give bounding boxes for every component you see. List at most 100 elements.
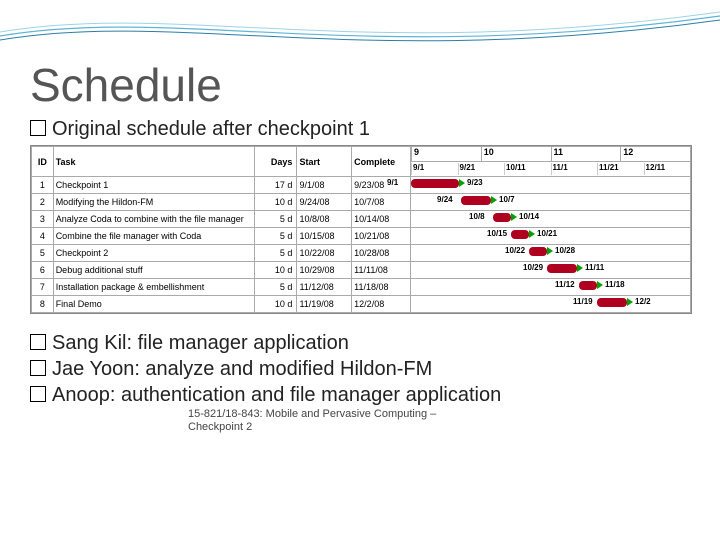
bullet-item: Anoop: authentication and file manager a…	[30, 384, 690, 407]
cell-days: 5 d	[255, 228, 297, 245]
cell-task: Combine the file manager with Coda	[53, 228, 254, 245]
cell-id: 3	[32, 211, 54, 228]
cell-task: Debug additional stuff	[53, 262, 254, 279]
cell-start: 10/15/08	[297, 228, 352, 245]
bar-end-label: 10/14	[519, 212, 539, 221]
table-row: 5Checkpoint 25 d10/22/0810/28/0810/2210/…	[32, 245, 691, 262]
bar-end-label: 12/2	[635, 297, 651, 306]
cell-complete: 10/7/08	[352, 194, 411, 211]
bar-start-label: 11/12	[555, 280, 575, 289]
footer: 15-821/18-843: Mobile and Pervasive Comp…	[188, 408, 690, 434]
cell-bar: 9/19/23	[411, 177, 691, 194]
bullet-text: Sang Kil: file manager application	[52, 332, 349, 354]
cell-start: 10/8/08	[297, 211, 352, 228]
cell-complete: 10/14/08	[352, 211, 411, 228]
cell-start: 9/24/08	[297, 194, 352, 211]
bullet-list: Sang Kil: file manager application Jae Y…	[30, 332, 690, 407]
month-label: 9	[411, 147, 481, 161]
cell-task: Modifying the Hildon-FM	[53, 194, 254, 211]
gantt-bar	[597, 298, 627, 307]
slide: Schedule Original schedule after checkpo…	[0, 0, 720, 540]
col-id: ID	[32, 147, 54, 177]
cell-id: 6	[32, 262, 54, 279]
cell-days: 5 d	[255, 211, 297, 228]
table-row: 6Debug additional stuff10 d10/29/0811/11…	[32, 262, 691, 279]
cell-complete: 11/18/08	[352, 279, 411, 296]
bar-end-label: 10/7	[499, 195, 515, 204]
bullet-item: Sang Kil: file manager application	[30, 332, 690, 355]
gantt-bar	[411, 179, 459, 188]
gantt-header-row: ID Task Days Start Complete 9 10 11 12	[32, 147, 691, 162]
gantt-bar	[493, 213, 511, 222]
bar-start-label: 9/1	[387, 178, 398, 187]
subtitle: Original schedule after checkpoint 1	[30, 118, 690, 141]
tick-label: 10/11	[504, 163, 551, 175]
gantt-bar	[529, 247, 547, 256]
bullet-marker	[30, 120, 46, 136]
table-row: 4Combine the file manager with Coda5 d10…	[32, 228, 691, 245]
cell-complete: 10/28/08	[352, 245, 411, 262]
bar-end-label: 10/28	[555, 246, 575, 255]
month-label: 10	[481, 147, 551, 161]
col-complete: Complete	[352, 147, 411, 177]
cell-start: 10/22/08	[297, 245, 352, 262]
bullet-item: Jae Yoon: analyze and modified Hildon-FM	[30, 358, 690, 381]
month-label: 12	[620, 147, 690, 161]
cell-id: 8	[32, 296, 54, 313]
cell-complete: 11/11/08	[352, 262, 411, 279]
cell-task: Analyze Coda to combine with the file ma…	[53, 211, 254, 228]
cell-id: 4	[32, 228, 54, 245]
bar-start-label: 11/19	[573, 297, 593, 306]
bar-end-label: 11/11	[585, 263, 604, 272]
bullet-text: Anoop: authentication and file manager a…	[52, 384, 501, 406]
tick-label: 11/21	[597, 163, 644, 175]
bar-end-label: 11/18	[605, 280, 625, 289]
col-start: Start	[297, 147, 352, 177]
cell-start: 10/29/08	[297, 262, 352, 279]
gantt-table: ID Task Days Start Complete 9 10 11 12	[30, 145, 692, 314]
bullet-marker	[30, 360, 46, 376]
cell-task: Installation package & embellishment	[53, 279, 254, 296]
table-row: 7Installation package & embellishment5 d…	[32, 279, 691, 296]
cell-complete: 9/23/08	[352, 177, 411, 194]
cell-id: 1	[32, 177, 54, 194]
cell-bar: 10/2911/11	[411, 262, 691, 279]
tick-label: 12/11	[644, 163, 691, 175]
cell-bar: 11/19 12/2	[411, 296, 691, 313]
footer-course: 15-821/18-843: Mobile and Pervasive Comp…	[188, 408, 436, 420]
tick-label: 11/1	[551, 163, 598, 175]
cell-complete: 12/2/08	[352, 296, 411, 313]
cell-days: 5 d	[255, 245, 297, 262]
cell-task: Final Demo	[53, 296, 254, 313]
cell-start: 11/19/08	[297, 296, 352, 313]
bullet-marker	[30, 334, 46, 350]
tick-label: 9/1	[411, 163, 458, 175]
gantt-bar	[511, 230, 529, 239]
table-row: 8Final Demo10 d11/19/0812/2/08 11/19 12/2	[32, 296, 691, 313]
cell-bar: 10/15 10/21	[411, 228, 691, 245]
cell-days: 5 d	[255, 279, 297, 296]
col-days: Days	[255, 147, 297, 177]
cell-bar: 10/8 10/14	[411, 211, 691, 228]
bullet-marker	[30, 386, 46, 402]
cell-id: 7	[32, 279, 54, 296]
cell-bar: 10/22 10/28	[411, 245, 691, 262]
cell-start: 11/12/08	[297, 279, 352, 296]
month-label: 11	[551, 147, 621, 161]
table-row: 2Modifying the Hildon-FM10 d9/24/0810/7/…	[32, 194, 691, 211]
cell-days: 10 d	[255, 194, 297, 211]
cell-complete: 10/21/08	[352, 228, 411, 245]
bar-start-label: 9/24	[437, 195, 453, 204]
cell-days: 10 d	[255, 262, 297, 279]
page-title: Schedule	[30, 58, 690, 112]
bar-end-label: 10/21	[537, 229, 557, 238]
gantt-bar	[547, 264, 577, 273]
bar-start-label: 10/15	[487, 229, 507, 238]
bar-start-label: 10/22	[505, 246, 525, 255]
cell-days: 10 d	[255, 296, 297, 313]
gantt-bar	[579, 281, 597, 290]
cell-bar: 9/24 10/7	[411, 194, 691, 211]
gantt-bar	[461, 196, 491, 205]
cell-task: Checkpoint 1	[53, 177, 254, 194]
bar-start-label: 10/8	[469, 212, 485, 221]
